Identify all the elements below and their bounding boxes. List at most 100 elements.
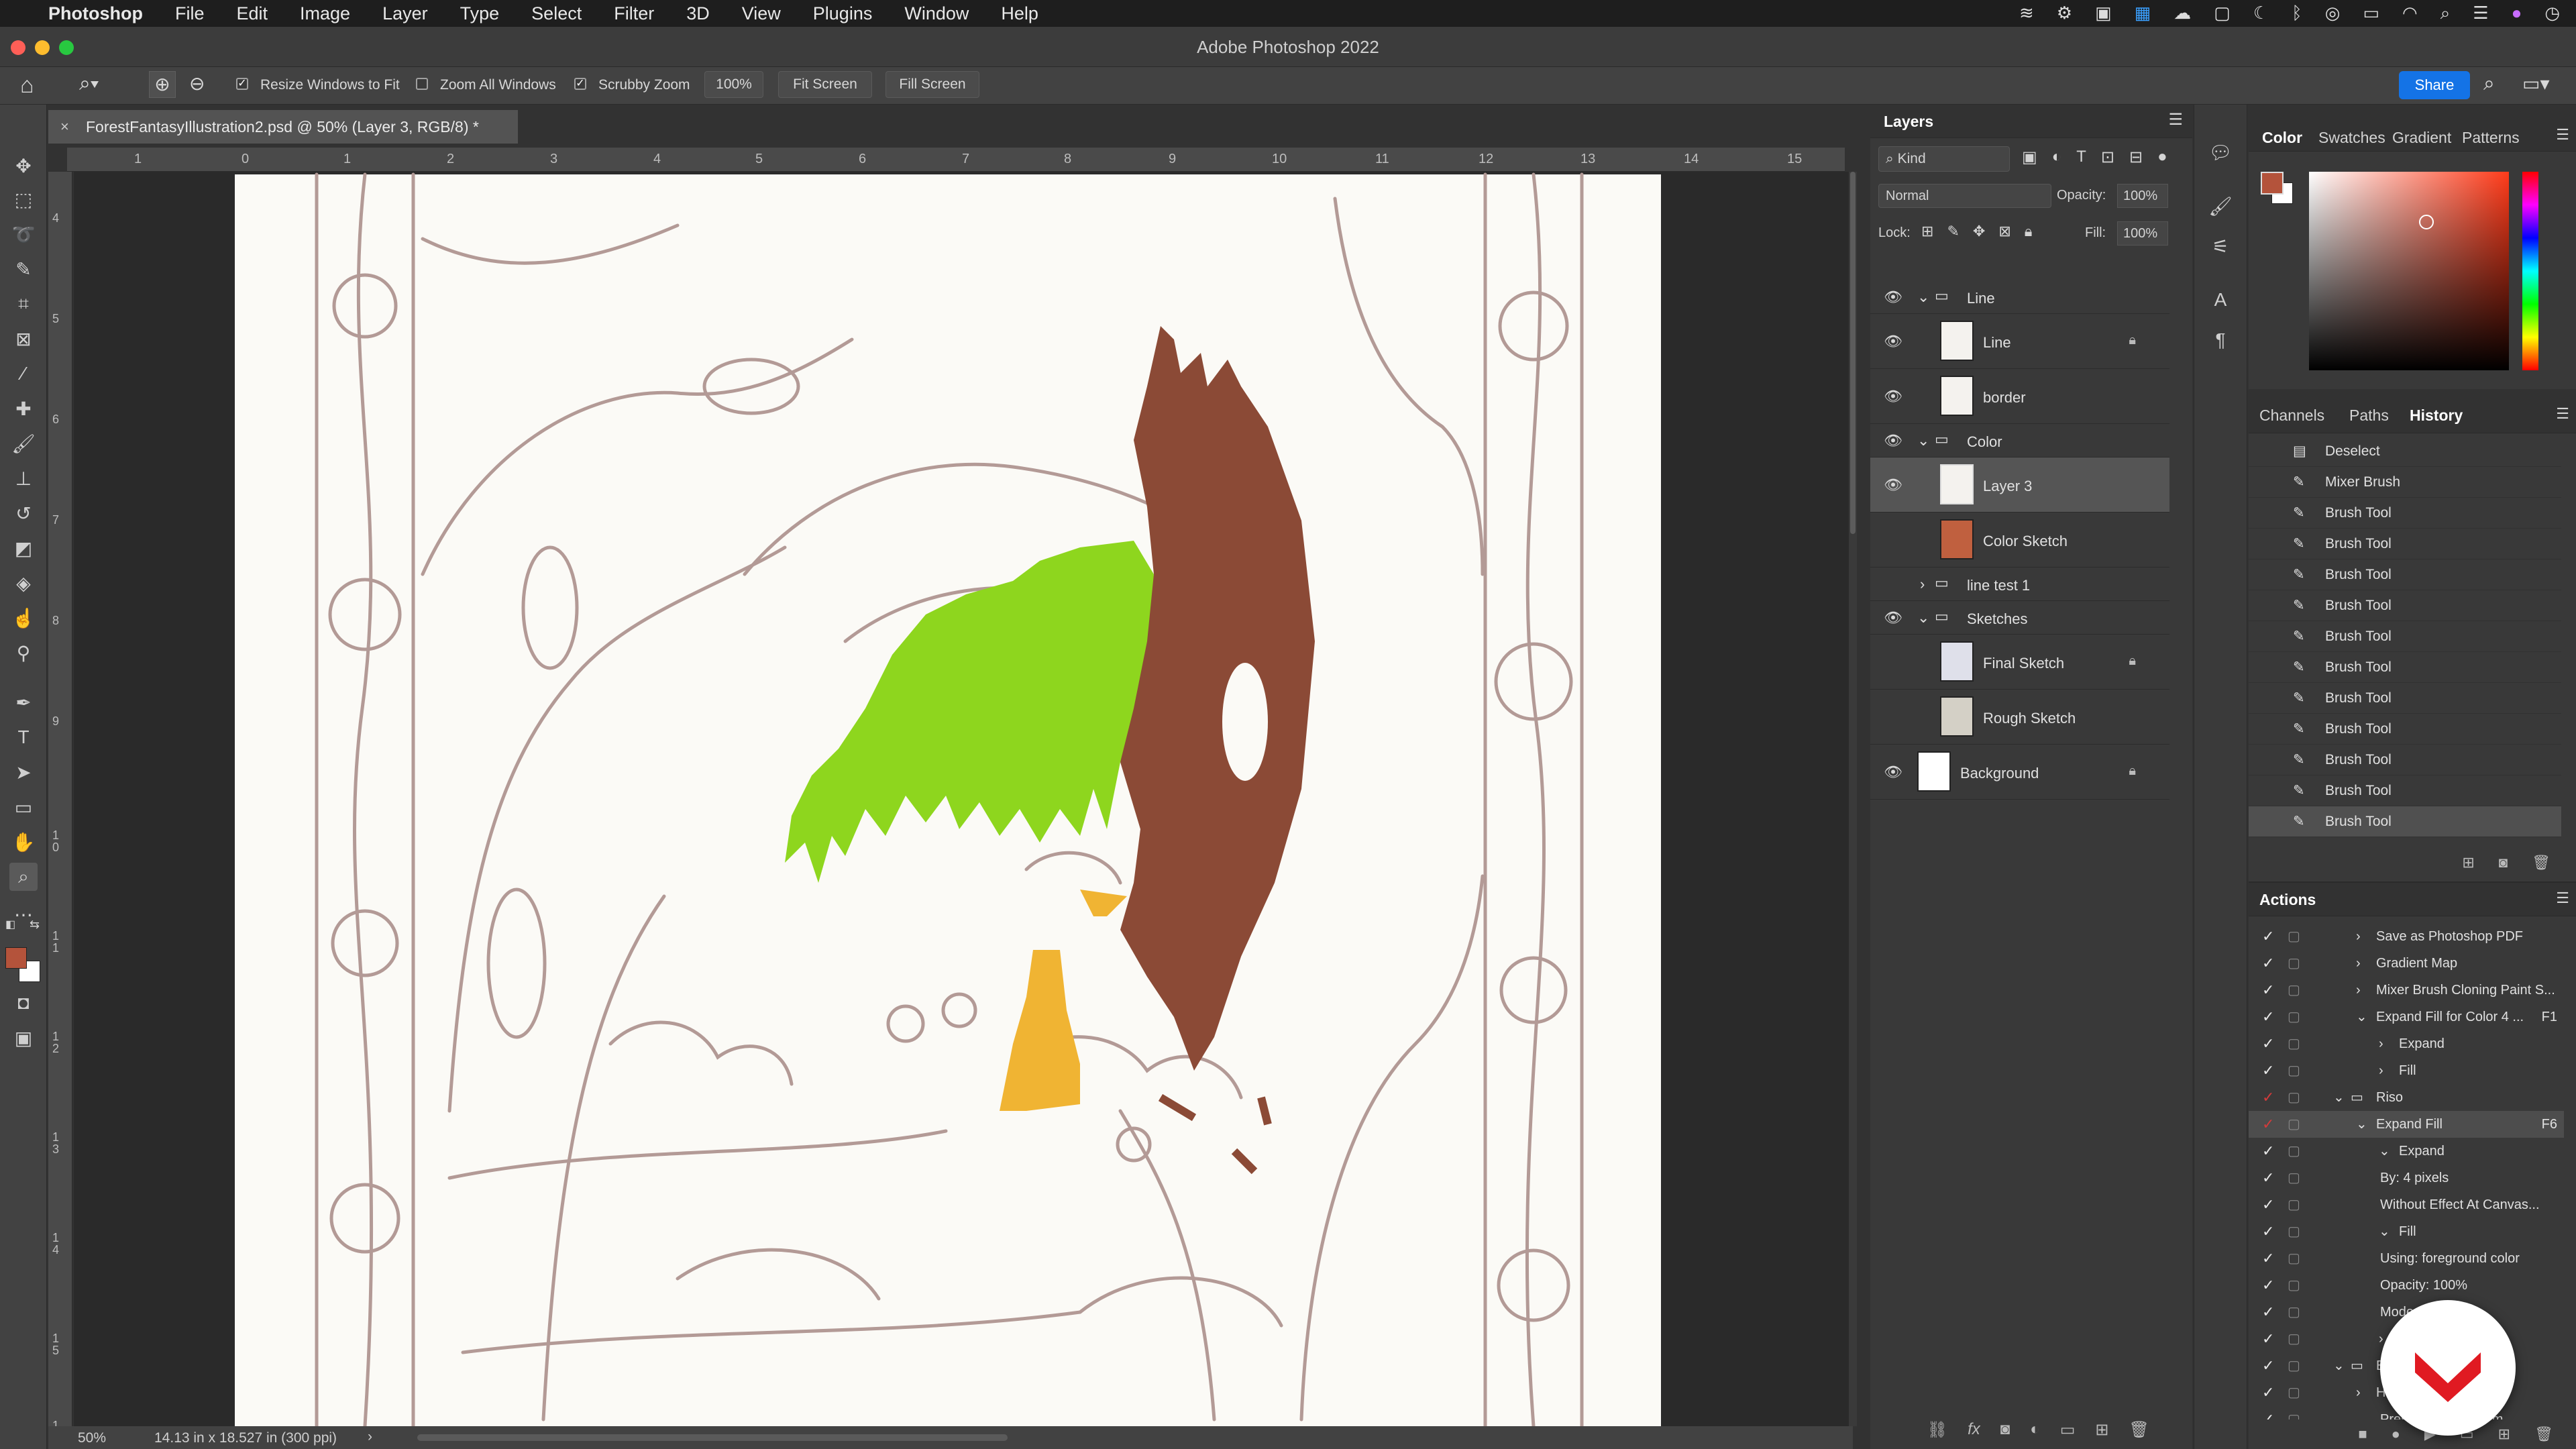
delete-state-icon[interactable]: 🗑︎ (2532, 854, 2551, 871)
history-item[interactable]: ✎ Brush Tool (2249, 529, 2561, 559)
zoom-out-icon[interactable]: ⊖ (189, 72, 205, 95)
blend-mode-select[interactable]: Normal (1878, 184, 2051, 208)
eraser-tool-icon[interactable]: ◩ (9, 534, 38, 562)
chevron-icon[interactable]: ⌄ (2379, 1138, 2390, 1165)
close-window-button[interactable] (11, 40, 25, 55)
action-row[interactable]: ✓ ▢ Opacity: 100% (2249, 1272, 2564, 1299)
color-picker-handle[interactable] (2419, 215, 2434, 229)
tab-actions[interactable]: Actions (2259, 891, 2316, 909)
path-selection-tool-icon[interactable]: ➤ (9, 758, 38, 786)
zoom-level[interactable]: 50% (78, 1430, 106, 1446)
gear-icon[interactable]: ⚙ (2057, 3, 2072, 24)
wifi-signal-icon[interactable]: ◠ (2402, 3, 2418, 24)
dialog-toggle-icon[interactable]: ▢ (2288, 1352, 2300, 1379)
chevron-icon[interactable]: ⌄ (2379, 1218, 2390, 1245)
menu-filter[interactable]: Filter (614, 3, 654, 24)
dialog-toggle-icon[interactable]: ▢ (2288, 1138, 2300, 1165)
action-check-icon[interactable]: ✓ (2262, 923, 2274, 950)
menu-plugins[interactable]: Plugins (813, 3, 873, 24)
action-row[interactable]: ✓ ▢ ⌄ Fill (2249, 1218, 2564, 1245)
lock-pixels-icon[interactable]: ✎ (1947, 223, 1959, 240)
dialog-toggle-icon[interactable]: ▢ (2288, 1057, 2300, 1084)
action-check-icon[interactable]: ✓ (2262, 1406, 2274, 1419)
type-tool-icon[interactable]: T (9, 723, 38, 751)
chevron-icon[interactable]: ⌄ (2333, 1084, 2345, 1111)
frame-tool-icon[interactable]: ⊠ (9, 325, 38, 353)
layer-group-color[interactable]: 👁︎ ⌄ ▭ Color (1870, 424, 2169, 458)
foreground-color-chip[interactable] (2261, 172, 2284, 195)
horizontal-scrollbar[interactable] (417, 1434, 1008, 1441)
dialog-toggle-icon[interactable]: ▢ (2288, 1272, 2300, 1299)
dialog-toggle-icon[interactable]: ▢ (2288, 1030, 2300, 1057)
paint-bucket-tool-icon[interactable]: ◈ (9, 569, 38, 597)
type-filter-icon[interactable]: T (2076, 148, 2086, 167)
dialog-toggle-icon[interactable]: ▢ (2288, 923, 2300, 950)
chevron-icon[interactable]: › (2356, 1379, 2361, 1406)
dialog-toggle-icon[interactable]: ▢ (2288, 1004, 2300, 1030)
dialog-toggle-icon[interactable]: ▢ (2288, 1191, 2300, 1218)
layer-final-sketch[interactable]: Final Sketch 🔒︎ (1870, 635, 2169, 690)
comments-icon[interactable]: 💬︎ (2206, 138, 2235, 166)
snapshot-icon[interactable]: ◙ (2499, 854, 2508, 871)
scrubby-zoom-checkbox[interactable]: ✓ (574, 78, 586, 90)
action-check-icon[interactable]: ✓ (2262, 1057, 2274, 1084)
wifi-icon[interactable]: ≋ (2019, 3, 2034, 24)
zoom-tool-icon[interactable]: ⌕ (9, 863, 38, 891)
rectangle-tool-icon[interactable]: ▭ (9, 793, 38, 821)
menu-file[interactable]: File (175, 3, 205, 24)
tab-paths[interactable]: Paths (2349, 407, 2389, 425)
action-check-icon[interactable]: ✓ (2262, 1379, 2274, 1406)
new-layer-icon[interactable]: ⊞ (2095, 1420, 2108, 1440)
action-check-icon[interactable]: ✓ (2262, 1004, 2274, 1030)
action-row[interactable]: ✓ ▢ › Mixer Brush Cloning Paint S... (2249, 977, 2564, 1004)
action-check-icon[interactable]: ✓ (2262, 1084, 2274, 1111)
paragraph-icon[interactable]: ¶ (2206, 326, 2235, 354)
hand-tool-icon[interactable]: ✋ (9, 828, 38, 856)
crop-tool-icon[interactable]: ⌗ (9, 290, 38, 318)
fill-screen-button[interactable]: Fill Screen (885, 71, 979, 98)
panel-menu-icon[interactable]: ☰ (2556, 405, 2569, 423)
canvas-area[interactable] (74, 172, 1851, 1426)
share-button[interactable]: Share (2399, 71, 2470, 99)
opacity-field[interactable]: 100% (2117, 184, 2168, 208)
new-group-icon[interactable]: ▭ (2060, 1420, 2076, 1440)
dialog-toggle-icon[interactable]: ▢ (2288, 1245, 2300, 1272)
adjustments-icon[interactable]: ⚟ (2206, 232, 2235, 260)
lock-all-icon[interactable]: 🔒︎ (2025, 223, 2033, 240)
chevron-icon[interactable]: ⌄ (2356, 1004, 2367, 1030)
eyedropper-tool-icon[interactable]: ⁄ (9, 360, 38, 388)
delete-layer-icon[interactable]: 🗑︎ (2129, 1420, 2149, 1440)
brush-tool-icon[interactable]: 🖌 (9, 429, 38, 458)
eye-icon[interactable]: 👁︎ (1884, 432, 1902, 449)
eye-icon[interactable]: 👁︎ (1884, 609, 1902, 627)
chevron-icon[interactable]: ⌄ (2356, 1111, 2367, 1138)
action-check-icon[interactable]: ✓ (2262, 950, 2274, 977)
resize-windows-checkbox[interactable]: ✓ (236, 78, 248, 90)
status-arrow-icon[interactable]: › (368, 1429, 372, 1445)
pen-tool-icon[interactable]: ✒ (9, 688, 38, 716)
history-item-current[interactable]: ✎ Brush Tool (2249, 806, 2561, 837)
history-item[interactable]: ✎ Brush Tool (2249, 775, 2561, 806)
zoom-all-windows-checkbox[interactable] (416, 78, 428, 90)
dialog-toggle-icon[interactable]: ▢ (2288, 977, 2300, 1004)
eye-icon[interactable]: 👁︎ (1884, 288, 1902, 306)
lock-transparent-icon[interactable]: ⊞ (1921, 223, 1933, 240)
lasso-tool-icon[interactable]: ➰ (9, 220, 38, 248)
stop-icon[interactable]: ■ (2358, 1426, 2367, 1443)
smart-object-filter-icon[interactable]: ⊟ (2129, 148, 2143, 167)
delete-action-icon[interactable]: 🗑︎ (2534, 1426, 2553, 1443)
history-item[interactable]: ✎ Brush Tool (2249, 621, 2561, 652)
eye-icon[interactable]: 👁︎ (1884, 333, 1902, 350)
panel-menu-icon[interactable]: ☰ (2168, 110, 2183, 129)
clone-stamp-tool-icon[interactable]: ⊥ (9, 464, 38, 492)
foreground-color-swatch[interactable] (5, 947, 27, 969)
menu-view[interactable]: View (742, 3, 781, 24)
history-item[interactable]: ✎ Brush Tool (2249, 652, 2561, 683)
link-layers-icon[interactable]: ⛓ (1927, 1420, 1947, 1440)
zoom-tool-preset-icon[interactable]: ⌕▾ (79, 72, 99, 95)
history-item[interactable]: ✎ Brush Tool (2249, 590, 2561, 621)
action-row[interactable]: ✓ ▢ ⌄ Expand Fill for Color 4 ... F1 (2249, 1004, 2564, 1030)
new-document-from-state-icon[interactable]: ⊞ (2462, 854, 2474, 871)
dialog-toggle-icon[interactable]: ▢ (2288, 1326, 2300, 1352)
chevron-down-icon[interactable]: ⌄ (1917, 288, 1929, 306)
